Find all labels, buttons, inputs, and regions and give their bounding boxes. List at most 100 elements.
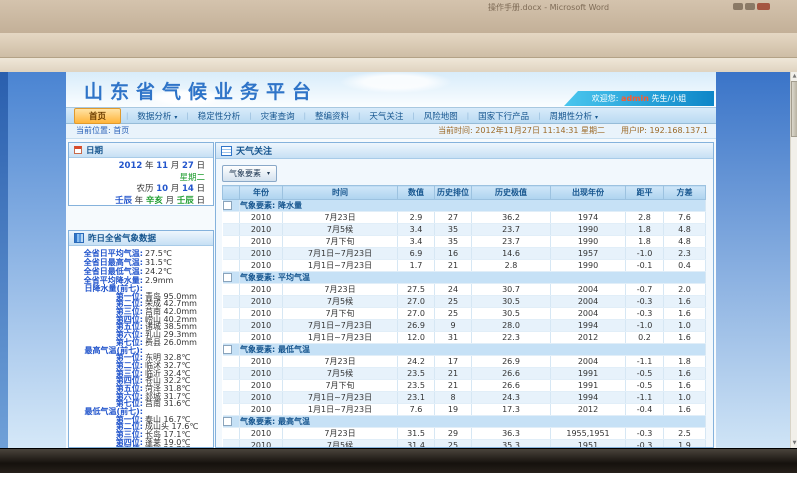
scrollbar-thumb[interactable] — [791, 81, 797, 137]
scroll-up-arrow[interactable]: ▲ — [791, 72, 797, 81]
bg-maximize-button[interactable] — [745, 3, 755, 10]
table-row: 20107月1日~7月23日6.91614.61957-1.02.3 — [223, 248, 706, 260]
page-left-stripe — [0, 72, 8, 448]
table-cell: 1974 — [551, 212, 626, 224]
column-header[interactable]: 方差 — [664, 186, 706, 200]
table-cell: 2010 — [240, 212, 283, 224]
table-cell: 2.0 — [664, 284, 706, 296]
table-cell: 1994 — [551, 392, 626, 404]
table-cell: 2012 — [551, 332, 626, 344]
table-cell: 1月1日~7月23日 — [283, 260, 398, 272]
table-cell: 2010 — [240, 440, 283, 449]
nav-item-8[interactable]: 周期性分析▾ — [541, 110, 608, 122]
table-cell: 2010 — [240, 404, 283, 416]
table-cell: 2.3 — [664, 248, 706, 260]
checkbox[interactable] — [223, 273, 232, 282]
table-cell: 2010 — [240, 332, 283, 344]
table-row: 20107月下旬23.52126.61991-0.51.6 — [223, 380, 706, 392]
table-cell: 1990 — [551, 224, 626, 236]
table-cell: 2010 — [240, 380, 283, 392]
bg-close-button[interactable] — [757, 3, 770, 10]
checkbox-column-header — [223, 186, 240, 200]
nav-item-5[interactable]: 天气关注 — [360, 110, 412, 122]
weather-watch-header: 天气关注 — [216, 143, 713, 159]
date-panel-title: 日期 — [86, 144, 103, 156]
table-row: 20101月1日~7月23日7.61917.32012-0.41.6 — [223, 404, 706, 416]
table-row: 20107月5候27.02530.52004-0.31.6 — [223, 296, 706, 308]
table-cell: 4.8 — [664, 236, 706, 248]
table-cell: 2004 — [551, 296, 626, 308]
table-cell: 1.6 — [664, 332, 706, 344]
table-cell: 1991 — [551, 368, 626, 380]
table-cell: 17.3 — [472, 404, 551, 416]
weather-stat: 全省日平均气温:27.5℃ — [69, 249, 213, 258]
table-cell: 2004 — [551, 356, 626, 368]
date-panel: 日期 2012 年 11 月 27 日星期二农历 10 月 14 日壬辰 年 辛… — [68, 142, 214, 206]
nav-item-1[interactable]: 数据分析▾ — [128, 110, 186, 122]
group-header-row: 气象要素: 最低气温 — [223, 344, 706, 356]
table-row: 20107月23日2.92736.219742.87.6 — [223, 212, 706, 224]
taskbar: e 山东省气候业... Win2008 (VS2...C:\Windows\s.… — [0, 448, 797, 473]
table-cell: 21 — [435, 260, 472, 272]
group-header-row: 气象要素: 降水量 — [223, 200, 706, 212]
table-row: 20101月1日~7月23日12.03122.320120.21.6 — [223, 332, 706, 344]
nav-item-7[interactable]: 国家下行产品 — [469, 110, 538, 122]
table-cell: 17 — [435, 356, 472, 368]
browser-toolbar: x bing ▣ ••• — [0, 58, 797, 73]
caret-down-icon: ▾ — [595, 114, 598, 121]
table-cell: 28.0 — [472, 320, 551, 332]
column-header[interactable]: 出现年份 — [551, 186, 626, 200]
table-cell: 2.8 — [626, 212, 664, 224]
table-row: 20107月5候23.52126.61991-0.51.6 — [223, 368, 706, 380]
table-cell: 21 — [435, 380, 472, 392]
yesterday-weather-panel: 昨日全省气象数据 全省日平均气温:27.5℃全省日最高气温:31.5℃全省日最低… — [68, 230, 214, 448]
table-cell: 31.5 — [398, 428, 435, 440]
weather-watch-body: 气象要素 ▾ 年份时间数值历史排位历史极值出现年份距平方差气象要素: 降水量20… — [216, 159, 713, 447]
table-cell: 1.6 — [664, 404, 706, 416]
checkbox[interactable] — [223, 201, 232, 210]
table-cell: 1990 — [551, 260, 626, 272]
table-cell: 1951 — [551, 440, 626, 449]
column-header[interactable]: 年份 — [240, 186, 283, 200]
table-cell: 21 — [435, 368, 472, 380]
date-number: 2012 — [119, 161, 143, 171]
webpage: 山东省气候业务平台 欢迎您: admin 先生/小姐 首页|数据分析▾|稳定性分… — [0, 72, 797, 448]
site-title: 山东省气候业务平台 — [84, 77, 318, 104]
group-name: 气象要素: 最低气温 — [240, 344, 706, 356]
checkbox[interactable] — [223, 417, 232, 426]
table-row: 20107月23日27.52430.72004-0.72.0 — [223, 284, 706, 296]
table-cell: 1月1日~7月23日 — [283, 404, 398, 416]
column-header[interactable]: 距平 — [626, 186, 664, 200]
table-cell: 31.4 — [398, 440, 435, 449]
table-cell: 12.0 — [398, 332, 435, 344]
table-cell: -0.7 — [626, 284, 664, 296]
table-cell: 2010 — [240, 320, 283, 332]
scroll-down-arrow[interactable]: ▼ — [791, 439, 797, 448]
nav-item-3[interactable]: 灾害查询 — [252, 110, 304, 122]
page-scrollbar[interactable]: ▲ ▼ — [790, 72, 797, 448]
column-header[interactable]: 时间 — [283, 186, 398, 200]
table-cell: 35 — [435, 224, 472, 236]
table-cell: 2.9 — [398, 212, 435, 224]
table-cell: 24.3 — [472, 392, 551, 404]
table-cell: 8 — [435, 392, 472, 404]
table-cell: 35.3 — [472, 440, 551, 449]
table-cell: 1.8 — [626, 236, 664, 248]
nav-item-0[interactable]: 首页 — [74, 108, 121, 124]
column-header[interactable]: 数值 — [398, 186, 435, 200]
table-cell: 7月1日~7月23日 — [283, 248, 398, 260]
column-header[interactable]: 历史排位 — [435, 186, 472, 200]
checkbox[interactable] — [223, 345, 232, 354]
table-cell: 1.6 — [664, 308, 706, 320]
page-right-gradient — [716, 72, 790, 448]
nav-item-6[interactable]: 风险地图 — [415, 110, 467, 122]
table-cell: 1.7 — [398, 260, 435, 272]
element-selector-button[interactable]: 气象要素 ▾ — [222, 165, 277, 182]
column-header[interactable]: 历史极值 — [472, 186, 551, 200]
table-cell: 1.8 — [664, 356, 706, 368]
nav-item-4[interactable]: 整编资料 — [306, 110, 358, 122]
table-cell: 2010 — [240, 248, 283, 260]
bg-minimize-button[interactable] — [733, 3, 743, 10]
table-cell: 7月1日~7月23日 — [283, 320, 398, 332]
nav-item-2[interactable]: 稳定性分析 — [189, 110, 250, 122]
